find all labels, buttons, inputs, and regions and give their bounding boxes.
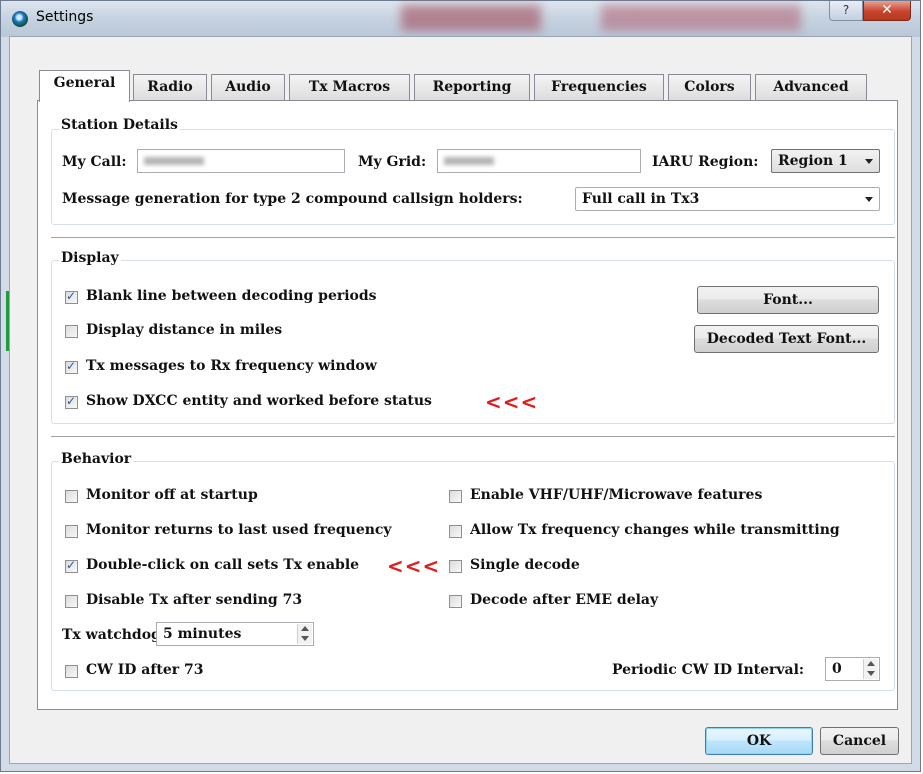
close-icon: ✕: [881, 2, 893, 18]
cancel-button[interactable]: Cancel: [820, 727, 899, 755]
app-icon: [12, 11, 28, 27]
show-dxcc-label: Show DXCC entity and worked before statu…: [86, 393, 432, 409]
divider: [51, 436, 895, 438]
tab-colors[interactable]: Colors: [668, 74, 751, 101]
iaru-region-select[interactable]: Region 1: [771, 149, 880, 173]
spin-buttons[interactable]: [297, 624, 312, 644]
periodic-cw-id-label: Periodic CW ID Interval:: [612, 662, 805, 678]
divider: [51, 237, 895, 239]
tab-frequencies[interactable]: Frequencies: [534, 74, 664, 101]
spin-buttons[interactable]: [863, 659, 878, 679]
single-decode-label: Single decode: [470, 557, 580, 573]
checkbox-distance-miles[interactable]: [65, 325, 78, 338]
tx-watchdog-label: Tx watchdog:: [62, 627, 167, 643]
checkbox-single-decode[interactable]: [449, 560, 462, 573]
close-button[interactable]: ✕: [863, 1, 911, 21]
blank-line-label: Blank line between decoding periods: [86, 288, 377, 304]
checkbox-tx-to-rx[interactable]: [65, 359, 78, 374]
blurred-background: [601, 5, 801, 31]
window-title: Settings: [36, 9, 94, 25]
tab-tx-macros[interactable]: Tx Macros: [289, 74, 410, 101]
message-generation-select[interactable]: Full call in Tx3: [575, 187, 880, 211]
help-button[interactable]: ?: [829, 1, 863, 21]
checkbox-monitor-off[interactable]: [65, 490, 78, 503]
double-click-tx-label: Double-click on call sets Tx enable: [86, 557, 360, 573]
chevron-down-icon: [865, 159, 873, 164]
my-grid-input[interactable]: [437, 149, 641, 173]
ok-button[interactable]: OK: [705, 727, 813, 755]
checkbox-vhf-features[interactable]: [449, 490, 462, 503]
station-details-title: Station Details: [59, 117, 180, 133]
checkbox-double-click-tx[interactable]: [65, 558, 78, 573]
spin-down-icon: [301, 636, 309, 641]
redacted-callsign: [144, 157, 204, 165]
iaru-region-label: IARU Region:: [652, 154, 759, 170]
tab-audio[interactable]: Audio: [211, 74, 285, 101]
message-generation-label: Message generation for type 2 compound c…: [62, 191, 523, 207]
tab-advanced[interactable]: Advanced: [755, 74, 867, 101]
tab-general[interactable]: General: [39, 70, 130, 102]
checkbox-decode-eme-delay[interactable]: [449, 595, 462, 608]
spin-up-icon: [867, 661, 875, 666]
behavior-title: Behavior: [59, 451, 134, 467]
font-button[interactable]: Font...: [697, 286, 879, 314]
tab-radio[interactable]: Radio: [133, 74, 207, 101]
my-grid-label: My Grid:: [358, 154, 427, 170]
tx-to-rx-label: Tx messages to Rx frequency window: [86, 358, 377, 374]
chevron-down-icon: [865, 197, 873, 202]
display-title: Display: [59, 250, 121, 266]
annotation-arrows: <<<: [387, 554, 441, 578]
distance-miles-label: Display distance in miles: [86, 322, 283, 338]
blurred-background: [401, 5, 541, 31]
checkbox-blank-line[interactable]: [65, 289, 78, 304]
monitor-returns-label: Monitor returns to last used frequency: [86, 522, 392, 538]
decode-eme-delay-label: Decode after EME delay: [470, 592, 659, 608]
allow-tx-freq-change-label: Allow Tx frequency changes while transmi…: [470, 522, 840, 538]
redacted-grid: [444, 157, 494, 165]
disable-tx-73-label: Disable Tx after sending 73: [86, 592, 303, 608]
checkbox-monitor-returns[interactable]: [65, 525, 78, 538]
spin-down-icon: [867, 671, 875, 676]
vhf-features-label: Enable VHF/UHF/Microwave features: [470, 487, 763, 503]
checkbox-cw-id-after-73[interactable]: [65, 665, 78, 678]
my-call-label: My Call:: [62, 154, 127, 170]
title-bar[interactable]: Settings ? ✕: [1, 1, 920, 37]
periodic-cw-id-spinbox[interactable]: 0: [825, 657, 880, 681]
checkbox-show-dxcc[interactable]: [65, 394, 78, 409]
checkbox-disable-tx-73[interactable]: [65, 595, 78, 608]
checkbox-allow-tx-freq-change[interactable]: [449, 525, 462, 538]
monitor-off-label: Monitor off at startup: [86, 487, 258, 503]
tab-reporting[interactable]: Reporting: [414, 74, 530, 101]
my-call-input[interactable]: [137, 149, 345, 173]
annotation-arrows: <<<: [485, 390, 539, 414]
spin-up-icon: [301, 626, 309, 631]
decoded-text-font-button[interactable]: Decoded Text Font...: [694, 325, 879, 353]
tx-watchdog-spinbox[interactable]: 5 minutes: [156, 622, 314, 646]
cw-id-after-73-label: CW ID after 73: [86, 662, 204, 678]
help-icon: ?: [842, 3, 850, 17]
